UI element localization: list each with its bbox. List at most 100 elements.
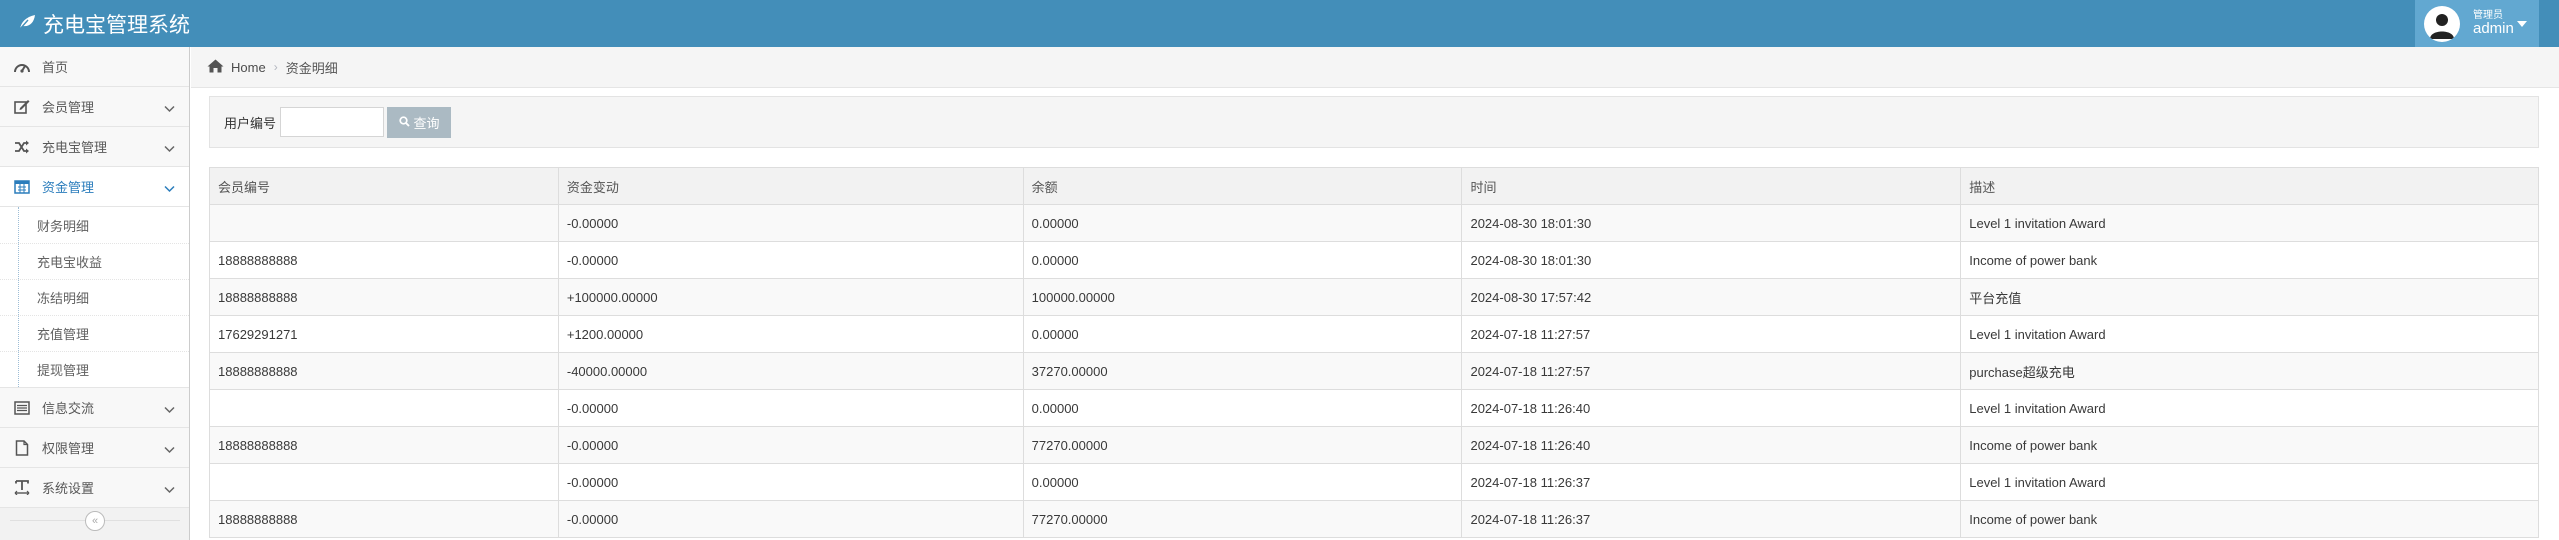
table-row: -0.00000 0.00000 2024-07-18 11:26:40 Lev… xyxy=(209,389,2539,427)
sidebar-item-label: 系统设置 xyxy=(42,481,95,496)
submenu-item-frozen-detail[interactable]: 冻结明细 xyxy=(0,279,189,315)
sidebar-item-label: 权限管理 xyxy=(42,441,95,456)
submenu-item-finance-detail[interactable]: 财务明细 xyxy=(0,207,189,243)
double-angle-left-icon[interactable]: « xyxy=(85,511,105,531)
app-title: 充电宝管理系统 xyxy=(43,13,190,37)
breadcrumb-current: 资金明细 xyxy=(285,60,338,76)
caret-down-icon xyxy=(2517,21,2527,27)
cell-member-id: 17629291271 xyxy=(209,315,559,353)
brand[interactable]: 充电宝管理系统 xyxy=(18,0,190,47)
breadcrumb-home-link[interactable]: Home xyxy=(231,60,266,75)
column-header-description: 描述 xyxy=(1960,167,2539,205)
submenu-item-recharge[interactable]: 充值管理 xyxy=(0,315,189,351)
file-icon xyxy=(12,439,32,456)
cell-member-id: 18888888888 xyxy=(209,500,559,538)
cell-balance: 100000.00000 xyxy=(1022,278,1463,316)
table-row: 18888888888 +100000.00000 100000.00000 2… xyxy=(209,278,2539,316)
cell-member-id: 18888888888 xyxy=(209,426,559,464)
cell-balance: 77270.00000 xyxy=(1022,426,1463,464)
sidebar-item-label: 会员管理 xyxy=(42,100,95,115)
cell-time: 2024-08-30 17:57:42 xyxy=(1461,278,1962,316)
table-row: 18888888888 -40000.00000 37270.00000 202… xyxy=(209,352,2539,390)
cell-description: Income of power bank xyxy=(1960,426,2539,464)
sidebar-item-powerbank[interactable]: 充电宝管理 xyxy=(0,127,189,167)
chevron-down-icon xyxy=(164,101,175,116)
cell-time: 2024-07-18 11:27:57 xyxy=(1461,315,1962,353)
breadcrumb: Home › 资金明细 xyxy=(191,47,2559,88)
home-icon xyxy=(207,59,224,76)
cell-description: 平台充值 xyxy=(1960,278,2539,316)
sidebar-item-label: 资金管理 xyxy=(42,180,95,195)
cell-description: Level 1 invitation Award xyxy=(1960,463,2539,501)
chevron-down-icon xyxy=(164,402,175,417)
sidebar-item-label: 充电宝管理 xyxy=(42,140,108,155)
cell-description: purchase超级充电 xyxy=(1960,352,2539,390)
sidebar-item-funds[interactable]: 资金管理 xyxy=(0,167,189,207)
cell-time: 2024-07-18 11:26:40 xyxy=(1461,389,1962,427)
cell-balance: 0.00000 xyxy=(1022,463,1463,501)
cell-time: 2024-08-30 18:01:30 xyxy=(1461,204,1962,242)
cell-member-id: 18888888888 xyxy=(209,352,559,390)
table-row: 18888888888 -0.00000 77270.00000 2024-07… xyxy=(209,500,2539,538)
chevron-down-icon xyxy=(164,442,175,457)
cell-time: 2024-07-18 11:26:37 xyxy=(1461,463,1962,501)
sidebar-item-home[interactable]: 首页 xyxy=(0,47,189,87)
submenu-item-powerbank-income[interactable]: 充电宝收益 xyxy=(0,243,189,279)
table-row: 17629291271 +1200.00000 0.00000 2024-07-… xyxy=(209,315,2539,353)
user-info: 管理员 admin xyxy=(2473,10,2514,38)
sidebar-item-label: 信息交流 xyxy=(42,401,95,416)
sidebar-item-messages[interactable]: 信息交流 xyxy=(0,388,189,428)
leaf-icon xyxy=(18,12,43,36)
table-row: 18888888888 -0.00000 0.00000 2024-08-30 … xyxy=(209,241,2539,279)
user-name: admin xyxy=(2473,19,2514,37)
cell-time: 2024-07-18 11:27:57 xyxy=(1461,352,1962,390)
table-header-row: 会员编号 资金变动 余额 时间 描述 xyxy=(209,167,2539,205)
text-width-icon xyxy=(12,480,32,495)
cell-description: Level 1 invitation Award xyxy=(1960,389,2539,427)
sidebar-item-members[interactable]: 会员管理 xyxy=(0,87,189,127)
chevron-up-icon xyxy=(164,181,175,196)
cell-fund-change: +100000.00000 xyxy=(557,278,1024,316)
cell-member-id xyxy=(209,463,559,501)
sidebar-item-permissions[interactable]: 权限管理 xyxy=(0,428,189,468)
submenu-item-withdraw[interactable]: 提现管理 xyxy=(0,351,189,387)
funds-table: 会员编号 资金变动 余额 时间 描述 -0.00000 0.00000 2024… xyxy=(209,167,2539,538)
cell-fund-change: -0.00000 xyxy=(557,389,1024,427)
chevron-down-icon xyxy=(164,482,175,497)
sidebar-item-settings[interactable]: 系统设置 xyxy=(0,468,189,508)
cell-time: 2024-07-18 11:26:40 xyxy=(1461,426,1962,464)
cell-fund-change: -40000.00000 xyxy=(557,352,1024,390)
chevron-down-icon xyxy=(164,141,175,156)
cell-member-id: 18888888888 xyxy=(209,278,559,316)
breadcrumb-separator-icon: › xyxy=(273,60,278,74)
cell-description: Income of power bank xyxy=(1960,241,2539,279)
user-menu[interactable]: 管理员 admin xyxy=(2415,0,2539,47)
funds-submenu: 财务明细 充电宝收益 冻结明细 充值管理 提现管理 xyxy=(0,207,189,388)
list-alt-icon xyxy=(12,400,32,415)
cell-balance: 0.00000 xyxy=(1022,389,1463,427)
search-icon xyxy=(398,115,414,130)
column-header-fund-change: 资金变动 xyxy=(557,167,1024,205)
cell-member-id xyxy=(209,204,559,242)
avatar xyxy=(2424,5,2460,42)
sidebar-item-label: 首页 xyxy=(42,60,69,75)
table-row: -0.00000 0.00000 2024-08-30 18:01:30 Lev… xyxy=(209,204,2539,242)
cell-balance: 0.00000 xyxy=(1022,204,1463,242)
edit-icon xyxy=(12,99,32,114)
search-panel: 用户编号 查询 xyxy=(209,96,2539,148)
cell-fund-change: -0.00000 xyxy=(557,204,1024,242)
cell-member-id: 18888888888 xyxy=(209,241,559,279)
user-id-input[interactable] xyxy=(280,107,385,137)
cell-time: 2024-07-18 11:26:37 xyxy=(1461,500,1962,538)
sidebar-collapse: « xyxy=(0,505,190,535)
cell-balance: 37270.00000 xyxy=(1022,352,1463,390)
cell-fund-change: +1200.00000 xyxy=(557,315,1024,353)
column-header-member-id: 会员编号 xyxy=(209,167,559,205)
search-button[interactable]: 查询 xyxy=(387,106,452,138)
top-navbar: 充电宝管理系统 管理员 admin xyxy=(0,0,2559,47)
cell-fund-change: -0.00000 xyxy=(557,463,1024,501)
cell-fund-change: -0.00000 xyxy=(557,241,1024,279)
cell-time: 2024-08-30 18:01:30 xyxy=(1461,241,1962,279)
dashboard-icon xyxy=(12,60,32,74)
cell-balance: 77270.00000 xyxy=(1022,500,1463,538)
